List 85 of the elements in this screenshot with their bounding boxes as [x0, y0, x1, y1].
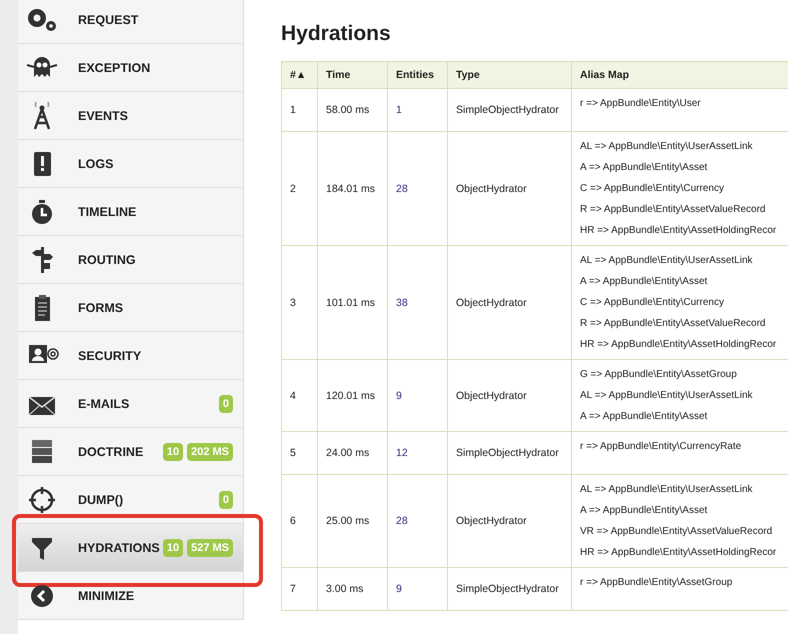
count-badge: 10 — [162, 442, 184, 460]
sidebar-item[interactable]: HYDRATIONS 10 527 MS — [18, 524, 243, 572]
table-cell: 9 — [388, 360, 448, 432]
table-cell: 12 — [388, 432, 448, 474]
table-cell: 2 — [282, 132, 318, 246]
alias-entry: G => AppBundle\Entity\AssetGroup — [580, 368, 738, 382]
table-cell: 1 — [282, 88, 318, 132]
table-cell: 28 — [388, 132, 448, 246]
table-cell: 7 — [282, 568, 318, 610]
count-badge: 0 — [218, 490, 233, 508]
alias-entry: C => AppBundle\Entity\Currency — [580, 182, 725, 196]
table-cell: 6 — [282, 474, 318, 568]
menu-label: E-MAILS — [78, 396, 130, 410]
table-cell: 1 — [388, 88, 448, 132]
table-cell: 24.00 ms — [318, 432, 388, 474]
menu-label: ROUTING — [78, 252, 137, 266]
menu-label: SECURITY — [78, 348, 142, 362]
menu-label: REQUEST — [78, 12, 140, 26]
alias-entry: AL => AppBundle\Entity\UserAssetLink — [580, 254, 754, 268]
alias-entry: A => AppBundle\Entity\Asset — [580, 161, 708, 175]
alias-entry: HR => AppBundle\Entity\AssetHoldingRecor — [580, 338, 778, 352]
menu-label: TIMELINE — [78, 204, 138, 218]
sidebar-item[interactable]: ROUTING — [18, 236, 243, 284]
column-header: Time — [318, 62, 388, 88]
table-cell: ObjectHydrator — [448, 132, 572, 246]
table-cell: 3.00 ms — [318, 568, 388, 610]
sidebar-item[interactable]: LOGS — [18, 140, 243, 188]
table-cell: 9 — [388, 568, 448, 610]
sidebar-item[interactable]: E-MAILS 0 — [18, 380, 243, 428]
table-cell: 4 — [282, 360, 318, 432]
table-cell: 184.01 ms — [318, 132, 388, 246]
alias-entry: AL => AppBundle\Entity\UserAssetLink — [580, 140, 754, 154]
menu-label: EXCEPTION — [78, 60, 152, 74]
column-header: Type — [448, 62, 572, 88]
count-badge: 527 MS — [187, 538, 233, 556]
alias-entry: VR => AppBundle\Entity\AssetValueRecord — [580, 525, 774, 539]
sidebar-item[interactable]: MINIMIZE — [18, 572, 243, 620]
column-header[interactable]: #▲ — [282, 62, 318, 88]
alias-entry: r => AppBundle\Entity\CurrencyRate — [580, 440, 742, 454]
sidebar-item[interactable]: TIMELINE — [18, 188, 243, 236]
table-cell: ObjectHydrator — [448, 360, 572, 432]
column-header: Entities — [388, 62, 448, 88]
alias-entry: C => AppBundle\Entity\Currency — [580, 296, 725, 310]
menu-label: MINIMIZE — [78, 588, 136, 602]
menu-label: LOGS — [78, 156, 114, 170]
sidebar-item[interactable]: REQUEST — [18, 0, 243, 44]
page-title: Hydrations — [281, 22, 392, 46]
count-badge: 202 MS — [187, 442, 233, 460]
sidebar-item[interactable]: SECURITY — [18, 332, 243, 380]
table-cell: 101.01 ms — [318, 246, 388, 360]
table-cell: 120.01 ms — [318, 360, 388, 432]
alias-entry: R => AppBundle\Entity\AssetValueRecord — [580, 203, 766, 217]
alias-entry: A => AppBundle\Entity\Asset — [580, 275, 708, 289]
menu-label: HYDRATIONS — [78, 540, 161, 554]
menu-label: DUMP() — [78, 492, 124, 506]
alias-entry: AL => AppBundle\Entity\UserAssetLink — [580, 483, 754, 497]
table-cell: 58.00 ms — [318, 88, 388, 132]
alias-entry: HR => AppBundle\Entity\AssetHoldingRecor — [580, 546, 778, 560]
table-cell: 28 — [388, 474, 448, 568]
sidebar-item[interactable]: DOCTRINE 10 202 MS — [18, 428, 243, 476]
alias-entry: R => AppBundle\Entity\AssetValueRecord — [580, 317, 766, 331]
table-cell: 3 — [282, 246, 318, 360]
count-badge: 10 — [162, 538, 184, 556]
table-cell: 38 — [388, 246, 448, 360]
alias-entry: r => AppBundle\Entity\AssetGroup — [580, 576, 734, 590]
sidebar-item[interactable]: EVENTS — [18, 92, 243, 140]
alias-entry: HR => AppBundle\Entity\AssetHoldingRecor — [580, 224, 778, 238]
table-cell: 5 — [282, 432, 318, 474]
alias-entry: r => AppBundle\Entity\User — [580, 97, 702, 111]
column-header: Alias Map — [572, 62, 788, 88]
table-cell: ObjectHydrator — [448, 246, 572, 360]
menu-label: DOCTRINE — [78, 444, 144, 458]
table-cell: 25.00 ms — [318, 474, 388, 568]
count-badge: 0 — [218, 394, 233, 412]
sidebar-item[interactable]: EXCEPTION — [18, 44, 243, 92]
alias-entry: AL => AppBundle\Entity\UserAssetLink — [580, 389, 754, 403]
table-cell: ObjectHydrator — [448, 474, 572, 568]
alias-entry: A => AppBundle\Entity\Asset — [580, 410, 708, 424]
menu-label: FORMS — [78, 300, 124, 314]
sidebar-item[interactable]: FORMS — [18, 284, 243, 332]
table-cell: SimpleObjectHydrator — [448, 88, 572, 132]
table-cell: SimpleObjectHydrator — [448, 568, 572, 610]
table-cell: SimpleObjectHydrator — [448, 432, 572, 474]
menu-label: EVENTS — [78, 108, 130, 122]
alias-entry: A => AppBundle\Entity\Asset — [580, 504, 708, 518]
